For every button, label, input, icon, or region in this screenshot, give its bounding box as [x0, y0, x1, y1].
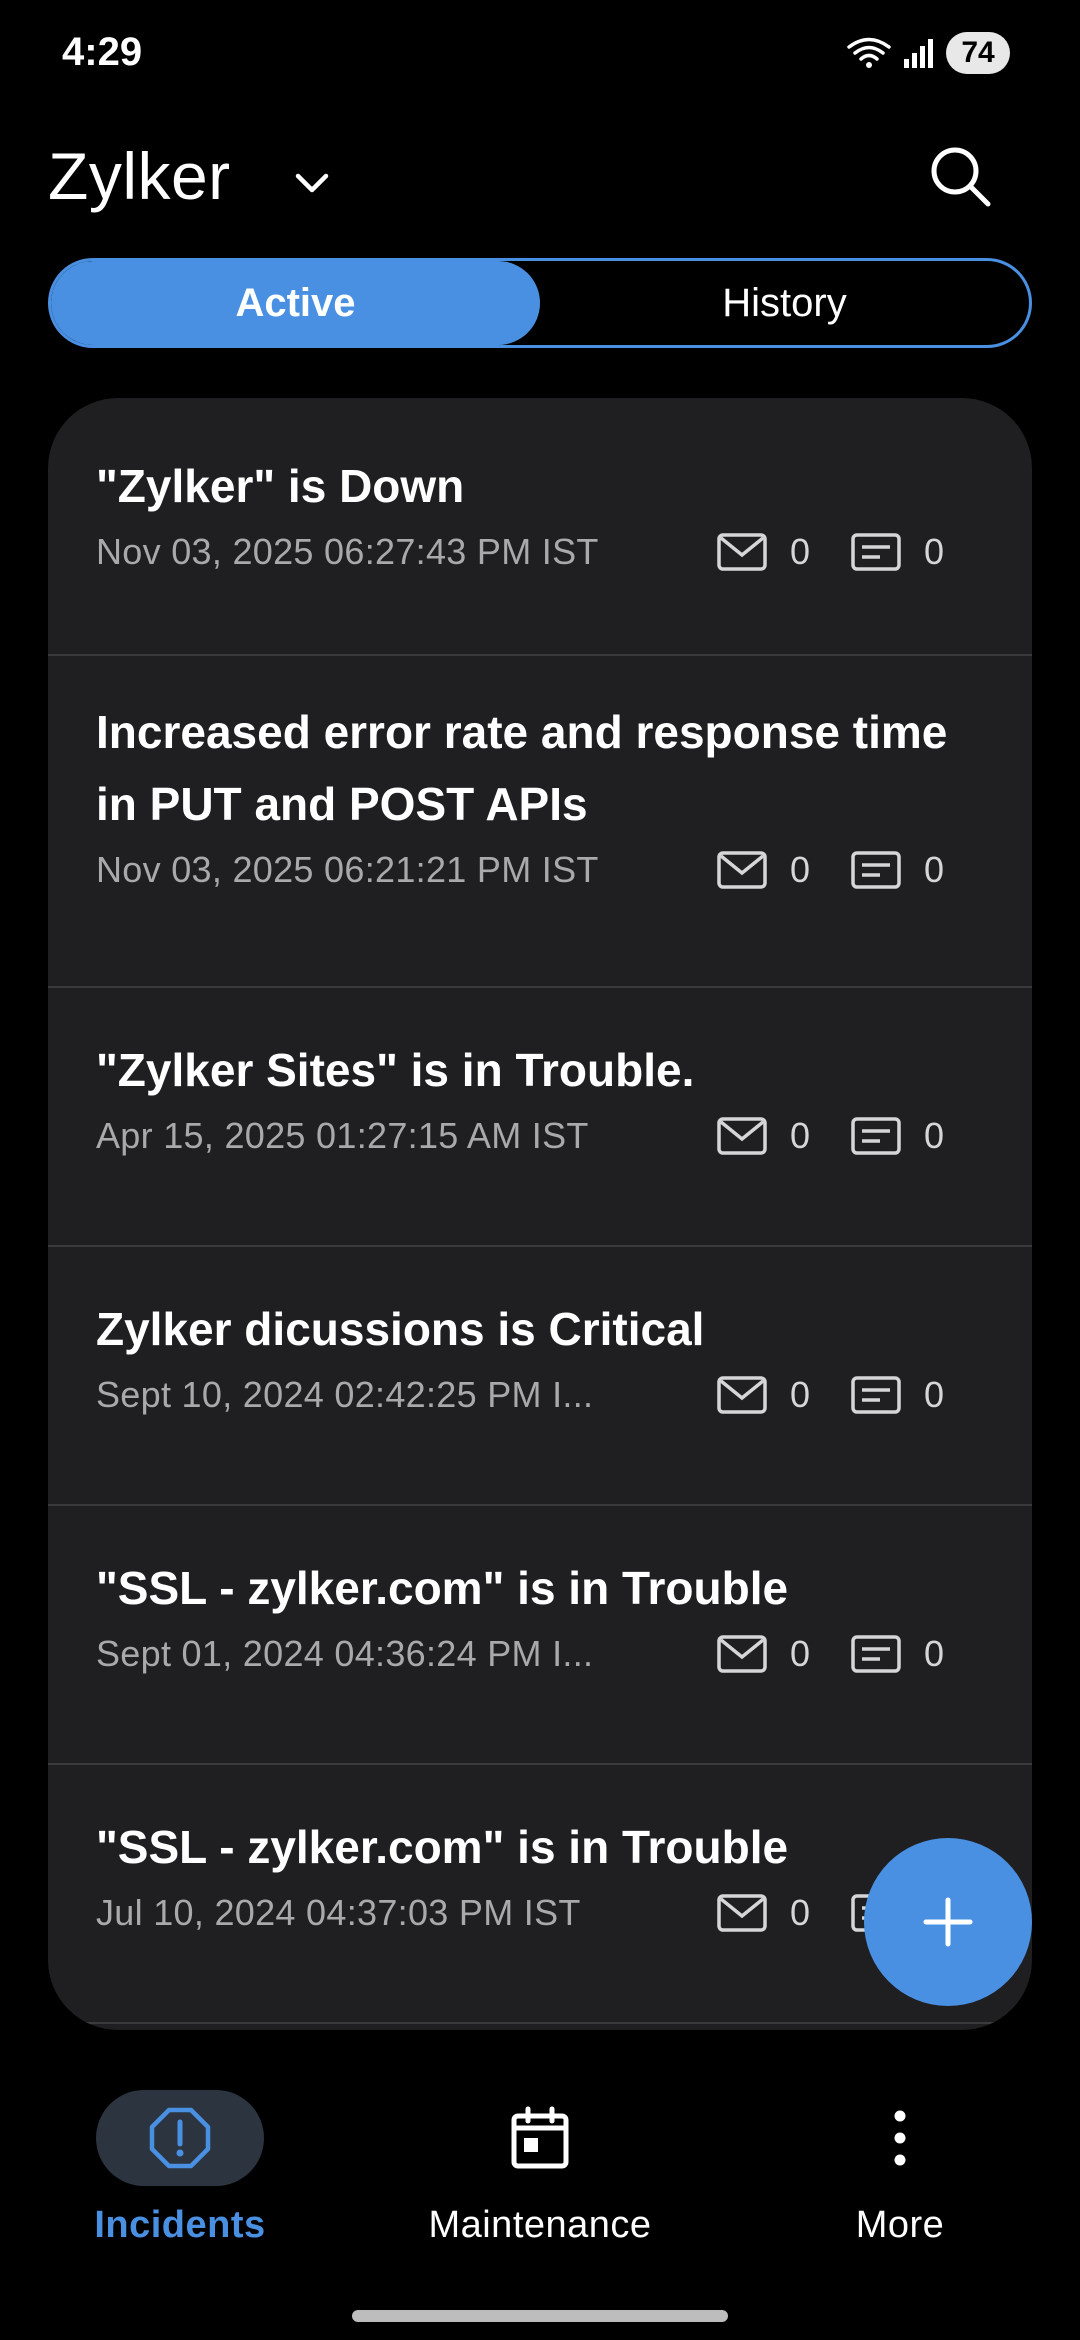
email-count: 0	[790, 531, 811, 572]
comment-count-group: 0	[850, 530, 984, 574]
comment-icon	[851, 1376, 901, 1414]
incident-title: "SSL - zylker.com" is in Trouble	[96, 1562, 789, 1614]
incident-item[interactable]: Zylker dicussions is Critical Sept 10, 2…	[48, 1247, 1032, 1506]
nav-pill-incidents	[96, 2090, 264, 2186]
tab-history[interactable]: History	[540, 261, 1029, 345]
comment-count-group: 0	[850, 1632, 984, 1676]
incident-item[interactable]: "SSL - zylker.com" is in Trouble Sept 01…	[48, 1506, 1032, 1765]
comment-count: 0	[924, 1115, 945, 1156]
incident-item[interactable]: "Zylker Sites" is in Trouble. Apr 15, 20…	[48, 988, 1032, 1247]
comment-count-group: 0	[850, 1114, 984, 1158]
bottom-nav: Incidents Maintenance More	[0, 2070, 1080, 2270]
comment-count: 0	[924, 849, 945, 890]
mail-icon	[717, 533, 767, 571]
calendar-icon	[511, 2106, 569, 2169]
mail-icon	[717, 851, 767, 889]
status-icons: 74	[846, 32, 1010, 74]
incident-item[interactable]: Increased error rate and response time i…	[48, 656, 1032, 988]
incident-time: Nov 03, 2025 06:27:43 PM IST	[96, 531, 599, 572]
email-count-group: 0	[716, 1891, 850, 1935]
incident-meta: Nov 03, 2025 06:27:43 PM IST 0 0	[96, 530, 984, 574]
email-count-group: 0	[716, 1373, 850, 1417]
home-indicator[interactable]	[352, 2310, 728, 2322]
incident-title: Zylker dicussions is Critical	[96, 1303, 705, 1355]
comment-count: 0	[924, 1633, 945, 1674]
incident-title: "Zylker Sites" is in Trouble.	[96, 1044, 695, 1096]
comment-icon	[851, 851, 901, 889]
incident-title: "Zylker" is Down	[96, 460, 465, 512]
email-count: 0	[790, 1115, 811, 1156]
search-icon[interactable]	[924, 140, 996, 212]
comment-count-group: 0	[850, 1373, 984, 1417]
tab-active[interactable]: Active	[51, 261, 540, 345]
email-count-group: 0	[716, 848, 850, 892]
incident-meta: Sept 01, 2024 04:36:24 PM I... 0 0	[96, 1632, 984, 1676]
add-incident-button[interactable]	[864, 1838, 1032, 2006]
signal-icon	[904, 39, 933, 68]
incident-meta: Sept 10, 2024 02:42:25 PM I... 0 0	[96, 1373, 984, 1417]
incident-time: Sept 01, 2024 04:36:24 PM I...	[96, 1633, 594, 1674]
nav-label-maintenance: Maintenance	[428, 2204, 652, 2246]
comment-count: 0	[924, 531, 945, 572]
nav-item-more[interactable]: More	[720, 2070, 1080, 2270]
comment-count-group: 0	[850, 848, 984, 892]
email-count-group: 0	[716, 1632, 850, 1676]
email-count-group: 0	[716, 1114, 850, 1158]
incident-time: Jul 10, 2024 04:37:03 PM IST	[96, 1892, 581, 1933]
email-count: 0	[790, 849, 811, 890]
nav-item-maintenance[interactable]: Maintenance	[360, 2070, 720, 2270]
email-count-group: 0	[716, 530, 850, 574]
comment-count: 0	[924, 1374, 945, 1415]
nav-item-incidents[interactable]: Incidents	[0, 2070, 360, 2270]
mail-icon	[717, 1894, 767, 1932]
nav-pill-maintenance	[456, 2090, 624, 2186]
comment-icon	[851, 533, 901, 571]
app-header: Zylker	[0, 120, 1080, 230]
incident-item[interactable]: "Zylker" is Down Nov 03, 2025 06:27:43 P…	[48, 398, 1032, 656]
incident-tabs: Active History	[48, 258, 1032, 348]
incident-time: Nov 03, 2025 06:21:21 PM IST	[96, 849, 599, 890]
wifi-icon	[847, 37, 891, 68]
email-count: 0	[790, 1892, 811, 1933]
nav-label-more: More	[855, 2204, 945, 2246]
org-name[interactable]: Zylker	[48, 138, 231, 214]
incident-title: "SSL - zylker.com" is in Trouble	[96, 1821, 789, 1873]
incident-meta: Nov 03, 2025 06:21:21 PM IST 0 0	[96, 848, 984, 892]
more-vertical-icon	[894, 2110, 906, 2166]
comment-icon	[851, 1635, 901, 1673]
incident-time: Sept 10, 2024 02:42:25 PM I...	[96, 1374, 594, 1415]
alert-octagon-icon	[149, 2107, 211, 2169]
incident-list: "Zylker" is Down Nov 03, 2025 06:27:43 P…	[48, 398, 1032, 2030]
email-count: 0	[790, 1633, 811, 1674]
status-bar: 4:29 74	[0, 0, 1080, 110]
nav-pill-more	[816, 2090, 984, 2186]
chevron-down-icon[interactable]	[290, 160, 334, 204]
incident-meta: Apr 15, 2025 01:27:15 AM IST 0 0	[96, 1114, 984, 1158]
comment-icon	[851, 1117, 901, 1155]
battery-indicator: 74	[946, 32, 1010, 74]
incident-title: Increased error rate and response time i…	[96, 706, 948, 830]
mail-icon	[717, 1117, 767, 1155]
mail-icon	[717, 1635, 767, 1673]
mail-icon	[717, 1376, 767, 1414]
status-time: 4:29	[62, 30, 143, 74]
incident-meta: Jul 10, 2024 04:37:03 PM IST 0 0	[96, 1891, 984, 1935]
email-count: 0	[790, 1374, 811, 1415]
nav-label-incidents: Incidents	[94, 2204, 266, 2246]
incident-time: Apr 15, 2025 01:27:15 AM IST	[96, 1115, 589, 1156]
plus-icon	[923, 1897, 973, 1947]
